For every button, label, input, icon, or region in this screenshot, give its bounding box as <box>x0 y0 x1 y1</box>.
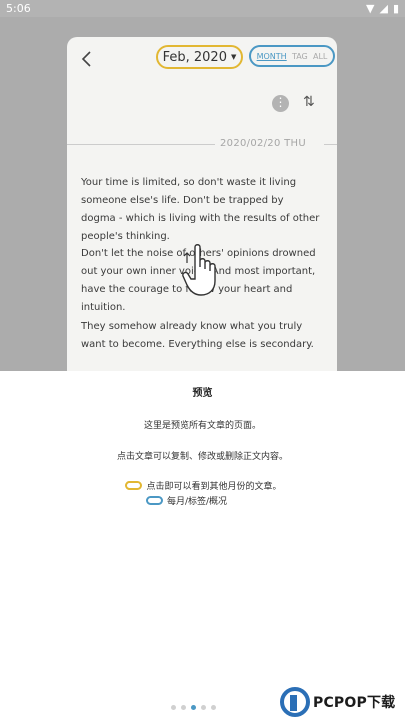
tab-month[interactable]: MONTH <box>257 52 287 61</box>
tab-all[interactable]: ALL <box>313 52 327 61</box>
preview-card: Feb, 2020 ▼ MONTH TAG ALL ⋮ ⇅ 2020/02/20… <box>67 37 337 371</box>
wifi-icon: ▼ <box>366 2 375 15</box>
page-dot[interactable] <box>201 705 206 710</box>
divider-left <box>67 144 215 145</box>
caret-down-icon: ▼ <box>230 53 237 61</box>
blue-pill-icon <box>145 496 163 505</box>
view-segmented-control: MONTH TAG ALL <box>249 45 335 67</box>
divider-right <box>324 144 337 145</box>
watermark-text: PCPOP下载 <box>313 695 396 711</box>
page-indicator <box>171 705 216 710</box>
legend-month-text: 点击即可以看到其他月份的文章。 <box>146 482 282 492</box>
sheet-hint: 点击文章可以复制、修改或删除正文内容。 <box>116 452 288 462</box>
tab-tag[interactable]: TAG <box>292 52 308 61</box>
month-label: Feb, 2020 <box>162 49 227 65</box>
watermark: PCPOP下载 <box>280 684 405 720</box>
tap-hand-icon <box>182 244 216 296</box>
page-dot[interactable] <box>171 705 176 710</box>
page-dot[interactable] <box>211 705 216 710</box>
entry-paragraph[interactable]: They somehow already know what you truly… <box>81 318 321 354</box>
sort-icon[interactable]: ⇅ <box>303 94 315 110</box>
month-selector[interactable]: Feb, 2020 ▼ <box>156 45 243 69</box>
sheet-title: 预览 <box>192 388 213 399</box>
help-sheet: 预览 这里是预览所有文章的页面。 点击文章可以复制、修改或删除正文内容。 点击即… <box>0 371 405 720</box>
entry-date: 2020/02/20 THU <box>220 138 306 149</box>
yellow-pill-icon <box>125 481 143 490</box>
sheet-description: 这里是预览所有文章的页面。 <box>143 421 261 431</box>
entry-paragraph[interactable]: Your time is limited, so don't waste it … <box>81 174 321 246</box>
pcpop-logo-icon <box>280 687 310 717</box>
legend-view: 每月/标签/概况 <box>0 494 405 507</box>
legend-month: 点击即可以看到其他月份的文章。 <box>0 479 405 492</box>
status-bar: 5:06 ▼ ◢ ▮ <box>0 0 405 17</box>
status-time: 5:06 <box>6 2 31 15</box>
more-options-icon[interactable]: ⋮ <box>272 95 289 112</box>
status-icons: ▼ ◢ ▮ <box>366 2 399 15</box>
chevron-left-icon <box>81 51 91 67</box>
legend-view-text: 每月/标签/概况 <box>166 497 228 507</box>
battery-icon: ▮ <box>392 2 399 15</box>
page-dot-active[interactable] <box>191 705 196 710</box>
signal-icon: ◢ <box>379 2 388 15</box>
page-dot[interactable] <box>181 705 186 710</box>
back-button[interactable] <box>75 47 99 71</box>
